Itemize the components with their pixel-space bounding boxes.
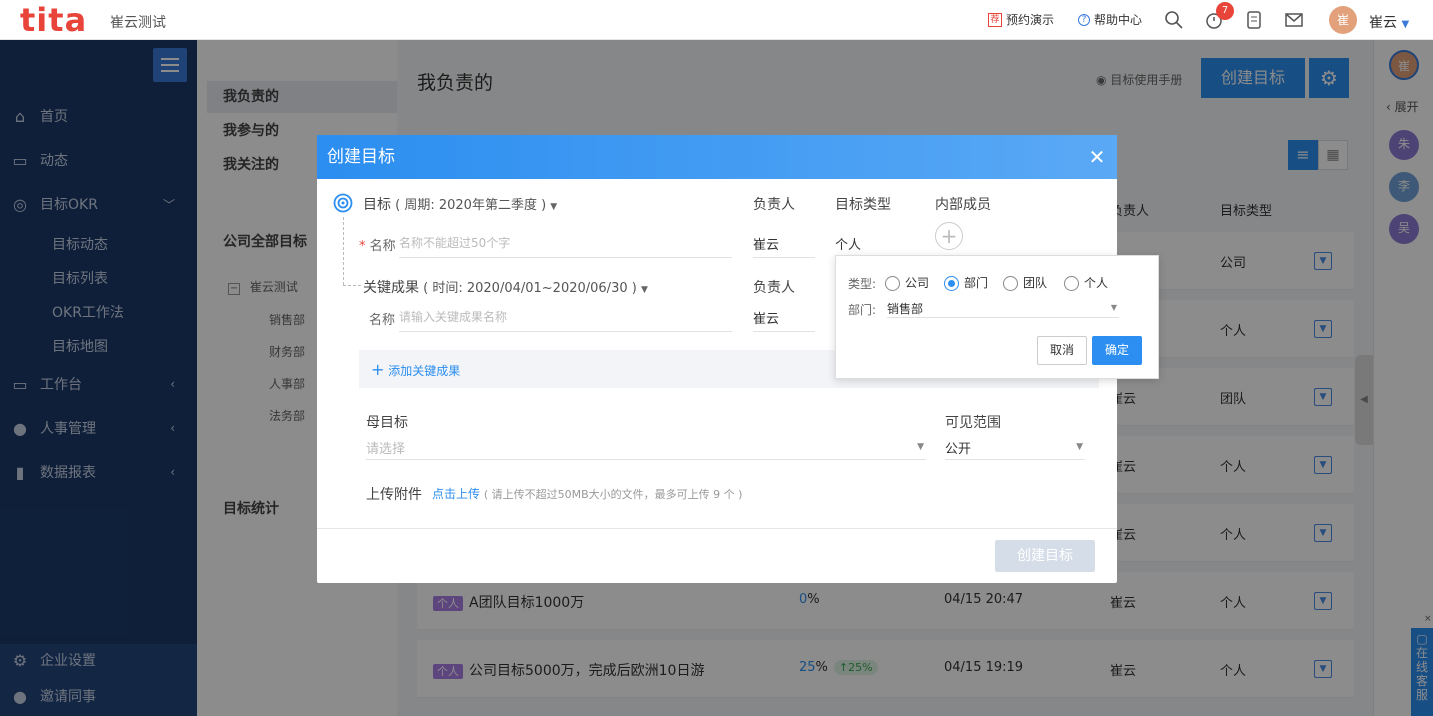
visibility-label: 可见范围 (945, 415, 1001, 431)
kr-header[interactable]: 关键成果 ( 时间: 2020/04/01~2020/06/30 ) ▼ (363, 277, 648, 297)
attachment-label: 上传附件 (366, 487, 422, 503)
kr-label: 关键成果 (363, 280, 419, 296)
upload-link[interactable]: 点击上传 (432, 487, 480, 501)
name-label-text: 名称 (369, 239, 396, 254)
search-icon[interactable] (1164, 10, 1184, 30)
plus-icon: + (371, 360, 385, 379)
modal-title: 创建目标 (317, 135, 1117, 179)
type-popover: 类型: 公司 部门 团队 个人 部门: 销售部 ▼ 取消 确定 (835, 255, 1159, 379)
help-label: 帮助中心 (1094, 13, 1143, 27)
tree-connector (343, 217, 344, 285)
objective-header[interactable]: 目标 ( 周期: 2020年第二季度 ) ▼ (363, 194, 557, 214)
kr-name-label: 名称 (369, 313, 396, 328)
type-header: 目标类型 (835, 197, 891, 213)
help-link[interactable]: ? 帮助中心 (1078, 11, 1142, 28)
members-header: 内部成员 (935, 197, 991, 213)
radio-icon (1003, 276, 1018, 291)
plus-icon: + (940, 224, 958, 248)
user-avatar[interactable]: 崔 (1329, 6, 1357, 34)
caret-down-icon: ▼ (1076, 442, 1083, 452)
dept-label: 部门: (848, 303, 877, 317)
document-icon[interactable] (1244, 10, 1264, 30)
close-icon[interactable]: ✕ (1085, 145, 1109, 169)
add-member-button[interactable]: + (935, 222, 963, 250)
kr-period: ( 时间: 2020/04/01~2020/06/30 ) (423, 281, 637, 296)
radio-label: 个人 (1084, 276, 1109, 290)
add-kr-label: 添加关键成果 (388, 364, 461, 378)
mail-icon[interactable] (1284, 10, 1304, 30)
radio-checked-icon (944, 276, 959, 291)
radio-icon (1064, 276, 1079, 291)
dept-value: 销售部 (887, 302, 924, 316)
objective-label: 目标 (363, 197, 391, 213)
owner-header: 负责人 (753, 197, 795, 213)
attachment-row: 点击上传 ( 请上传不超过50MB大小的文件，最多可上传 9 个 ) (432, 485, 742, 502)
radio-icon (885, 276, 900, 291)
tree-connector (343, 285, 361, 286)
visibility-value: 公开 (945, 442, 972, 457)
app-logo[interactable]: tita (20, 0, 87, 40)
radio-label: 部门 (964, 276, 989, 290)
target-icon (333, 193, 353, 213)
cancel-button[interactable]: 取消 (1037, 336, 1087, 365)
radio-label: 公司 (905, 276, 930, 290)
calendar-icon: 荐 (988, 12, 1002, 27)
type-label: 类型: (848, 277, 877, 291)
caret-down-icon: ▼ (1110, 303, 1117, 312)
radio-department[interactable]: 部门 (944, 274, 988, 291)
demo-label: 预约演示 (1006, 13, 1055, 27)
demo-link[interactable]: 荐 预约演示 (988, 11, 1054, 28)
upload-hint: ( 请上传不超过50MB大小的文件，最多可上传 9 个 ) (483, 488, 743, 501)
dept-select[interactable]: 销售部 ▼ (887, 300, 1119, 318)
help-icon: ? (1078, 13, 1090, 26)
caret-down-icon: ▼ (1401, 19, 1410, 30)
add-kr-button[interactable]: + 添加关键成果 (371, 360, 460, 379)
name-label: * 名称 (359, 235, 396, 254)
radio-company[interactable]: 公司 (885, 274, 929, 291)
kr-name-input[interactable]: 请输入关键成果名称 (399, 308, 732, 332)
parent-goal-placeholder: 请选择 (366, 442, 406, 457)
parent-goal-select[interactable]: 请选择 ▼ (366, 438, 926, 460)
submit-goal-button[interactable]: 创建目标 (995, 540, 1095, 572)
parent-goal-label: 母目标 (366, 415, 408, 431)
objective-period: ( 周期: 2020年第二季度 ) (395, 198, 547, 213)
required-mark: * (359, 239, 366, 254)
kr-owner-field[interactable]: 崔云 (753, 308, 815, 332)
company-name: 崔云测试 (110, 15, 166, 31)
kr-owner-header: 负责人 (753, 280, 795, 296)
goal-name-input[interactable]: 名称不能超过50个字 (399, 234, 732, 258)
visibility-select[interactable]: 公开 ▼ (945, 438, 1085, 460)
caret-down-icon: ▼ (917, 442, 924, 452)
radio-personal[interactable]: 个人 (1064, 274, 1108, 291)
modal-divider (317, 528, 1117, 529)
owner-field[interactable]: 崔云 (753, 234, 815, 258)
confirm-button[interactable]: 确定 (1092, 336, 1142, 365)
radio-team[interactable]: 团队 (1003, 274, 1047, 291)
notification-badge: 7 (1216, 2, 1234, 20)
user-menu[interactable]: 崔云 ▼ (1369, 12, 1409, 32)
caret-down-icon: ▼ (640, 285, 648, 295)
caret-down-icon: ▼ (550, 202, 558, 212)
user-name: 崔云 (1369, 15, 1397, 31)
radio-label: 团队 (1023, 276, 1048, 290)
